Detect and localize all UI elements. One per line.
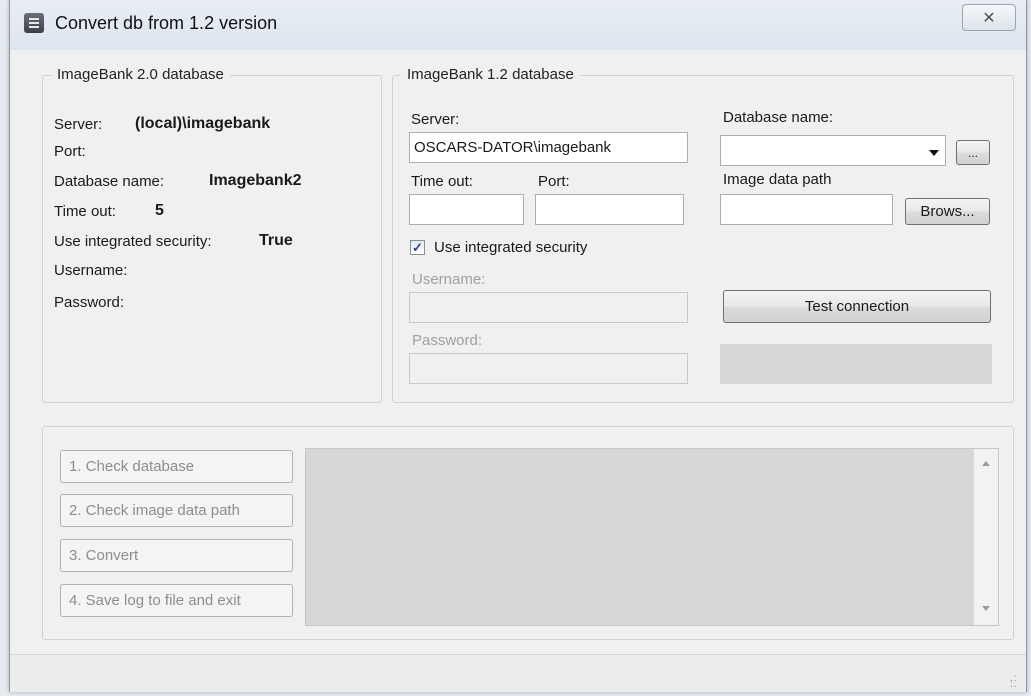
username-label: Username: [54,262,128,279]
port-label: Port: [538,173,570,190]
username-input[interactable] [409,292,688,323]
save-log-exit-button[interactable]: 4. Save log to file and exit [60,584,293,617]
browse-database-button[interactable]: ... [956,140,990,165]
convert-db-dialog: Convert db from 1.2 version ✕ ImageBank … [9,0,1027,692]
integrated-security-checkbox[interactable]: ✓ [410,240,425,255]
imagebank-20-group: ImageBank 2.0 database Server: (local)\i… [42,66,382,403]
close-icon: ✕ [982,9,996,27]
connection-status-panel [720,344,992,384]
database-name-select[interactable] [720,135,946,166]
image-data-path-label: Image data path [723,171,832,188]
scroll-down-icon[interactable] [982,606,990,611]
server-input[interactable]: OSCARS-DATOR\imagebank [409,132,688,163]
test-connection-button[interactable]: Test connection [723,290,991,323]
timeout-value: 5 [155,202,164,219]
port-label: Port: [54,143,86,160]
database-name-label: Database name: [723,109,834,126]
port-input[interactable] [535,194,684,225]
log-scrollbar[interactable] [973,449,998,625]
group-legend: ImageBank 1.2 database [401,66,580,83]
scroll-up-icon[interactable] [982,461,990,466]
database-icon [24,13,44,33]
password-label: Password: [54,294,125,311]
log-textarea[interactable] [305,448,999,626]
timeout-label: Time out: [411,173,473,190]
server-label: Server: [411,111,460,128]
title-bar[interactable]: Convert db from 1.2 version ✕ [10,0,1026,50]
integrated-security-value: True [259,232,293,249]
check-image-path-button[interactable]: 2. Check image data path [60,494,293,527]
database-name-value: Imagebank2 [209,172,302,189]
integrated-security-checkbox-label[interactable]: Use integrated security [434,239,587,256]
convert-button[interactable]: 3. Convert [60,539,293,572]
username-label: Username: [412,271,486,288]
password-input[interactable] [409,353,688,384]
password-label: Password: [412,332,483,349]
database-name-label: Database name: [54,173,165,190]
timeout-label: Time out: [54,203,116,220]
image-data-path-input[interactable] [720,194,893,225]
status-bar: .::. [10,654,1026,692]
close-button[interactable]: ✕ [962,4,1016,31]
timeout-input[interactable] [409,194,524,225]
chevron-down-icon [929,150,939,156]
browse-path-button[interactable]: Brows... [905,198,990,225]
group-legend: ImageBank 2.0 database [51,66,230,83]
resize-grip-icon[interactable]: .::. [1010,674,1022,690]
check-database-button[interactable]: 1. Check database [60,450,293,483]
integrated-security-label: Use integrated security: [54,233,212,250]
window-title: Convert db from 1.2 version [55,13,278,33]
check-mark-icon: ✓ [412,240,423,255]
conversion-group: 1. Check database 2. Check image data pa… [42,426,1014,640]
server-value: (local)\imagebank [135,115,271,132]
server-label: Server: [54,116,103,133]
imagebank-12-group: ImageBank 1.2 database Server: OSCARS-DA… [392,66,1014,403]
